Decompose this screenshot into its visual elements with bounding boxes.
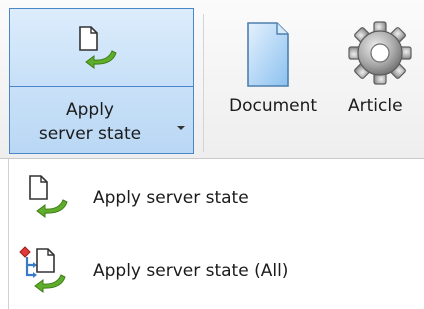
apply-server-state-label: Apply server state — [38, 100, 142, 144]
document-button[interactable]: Document — [220, 8, 338, 154]
menu-item-label: Apply server state — [93, 188, 249, 208]
menu-item-label: Apply server state (All) — [93, 261, 289, 281]
hierarchy-green-arrow-icon — [19, 246, 66, 293]
article-label: Article — [348, 96, 403, 116]
menu-item-apply-server-state[interactable]: Apply server state — [9, 160, 424, 234]
apply-server-state-menu: Apply server state Apply server state (A… — [0, 159, 424, 309]
gear-icon — [348, 21, 412, 85]
apply-server-state-split-button[interactable]: Apply server state — [9, 8, 194, 154]
apply-server-state-button[interactable] — [10, 9, 193, 87]
document-green-arrow-icon — [79, 26, 117, 69]
menu-item-apply-server-state-all[interactable]: Apply server state (All) — [9, 235, 424, 309]
ribbon-separator — [203, 14, 204, 152]
ribbon-toolbar: Apply server state Document Article — [0, 0, 424, 159]
document-green-arrow-icon — [29, 175, 68, 218]
document-label: Document — [229, 96, 318, 116]
article-button[interactable]: Article — [344, 8, 424, 154]
apply-server-state-dropdown[interactable]: Apply server state — [10, 87, 193, 153]
document-icon — [247, 22, 289, 87]
chevron-down-icon — [177, 126, 185, 130]
